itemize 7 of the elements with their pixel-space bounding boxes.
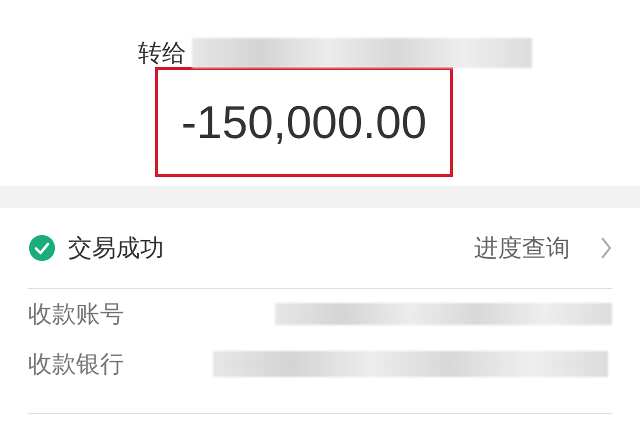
amount-text: -150,000.00 xyxy=(181,95,427,149)
detail-label: 收款账号 xyxy=(28,299,125,330)
status-text: 交易成功 xyxy=(68,233,164,264)
chevron-right-icon[interactable] xyxy=(600,236,612,260)
progress-query-link[interactable]: 进度查询 xyxy=(474,232,570,264)
detail-label: 收款银行 xyxy=(28,349,125,380)
recipient-label: 转给 xyxy=(138,38,186,69)
